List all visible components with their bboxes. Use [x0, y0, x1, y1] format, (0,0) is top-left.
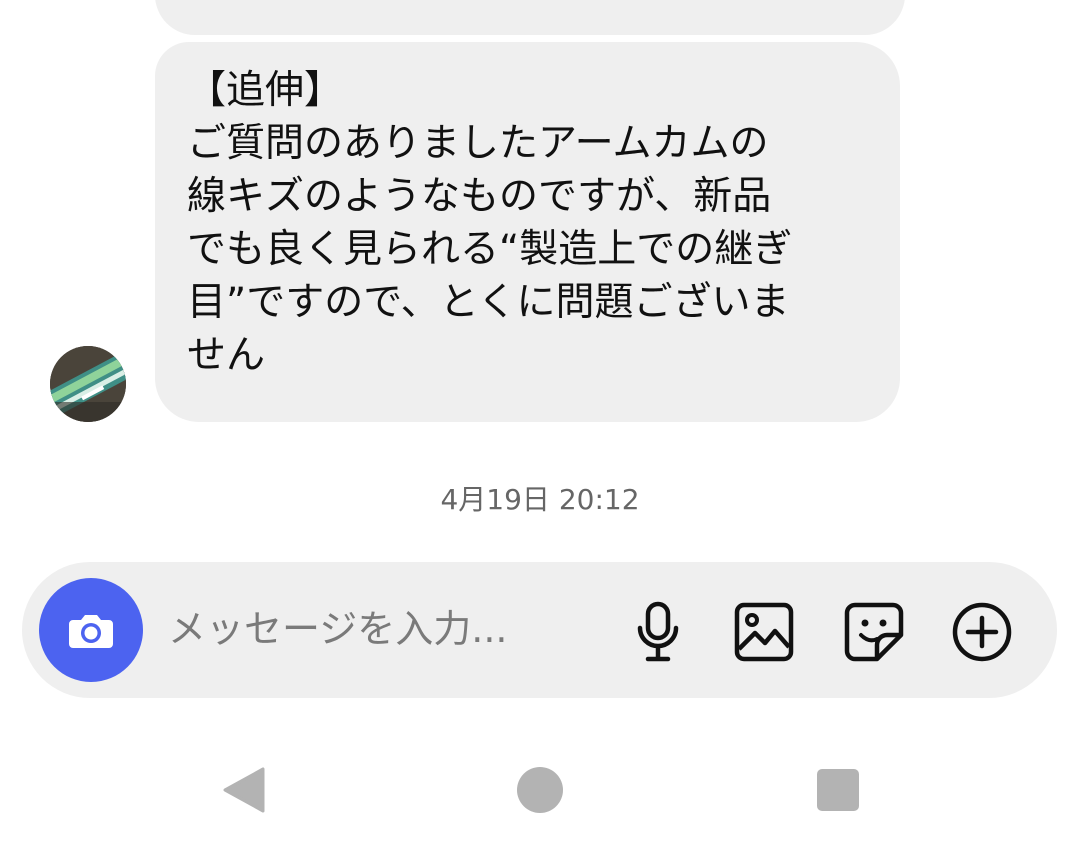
message-line: せん: [187, 333, 266, 378]
nav-recents-button[interactable]: [810, 762, 866, 818]
message-timestamp: 4月19日 20:12: [440, 483, 640, 516]
previous-message-bubble[interactable]: [155, 0, 905, 35]
avatar-image: [50, 346, 126, 422]
sticker-icon: [844, 602, 904, 662]
message-input[interactable]: [168, 596, 588, 662]
microphone-icon: [637, 601, 679, 662]
back-triangle-icon: [223, 767, 265, 813]
sticker-button[interactable]: [842, 600, 906, 664]
plus-circle-icon: [952, 602, 1012, 662]
camera-button[interactable]: [39, 578, 143, 682]
message-line: 【追伸】: [187, 68, 344, 113]
recents-square-icon: [817, 769, 859, 811]
gallery-button[interactable]: [732, 600, 796, 664]
message-composer: [22, 562, 1057, 698]
camera-icon: [69, 615, 113, 648]
incoming-message-bubble[interactable]: 【追伸】 ご質問のありましたアームカムの 線キズのようなものですが、新品 でも良…: [155, 42, 900, 422]
more-options-button[interactable]: [950, 600, 1014, 664]
nav-home-button[interactable]: [512, 762, 568, 818]
home-circle-icon: [517, 767, 563, 813]
image-icon: [734, 602, 794, 662]
message-line: でも良く見られる“製造上での継ぎ: [187, 227, 793, 272]
chat-screen: 【追伸】 ご質問のありましたアームカムの 線キズのようなものですが、新品 でも良…: [0, 0, 1080, 853]
message-line: 線キズのようなものですが、新品: [187, 174, 772, 219]
voice-message-button[interactable]: [626, 600, 690, 664]
message-line: 目”ですので、とくに問題ございま: [187, 280, 790, 325]
system-navigation-bar: [0, 740, 1080, 840]
message-line: ご質問のありましたアームカムの: [187, 121, 769, 166]
nav-back-button[interactable]: [216, 762, 272, 818]
sender-avatar[interactable]: [50, 346, 126, 422]
